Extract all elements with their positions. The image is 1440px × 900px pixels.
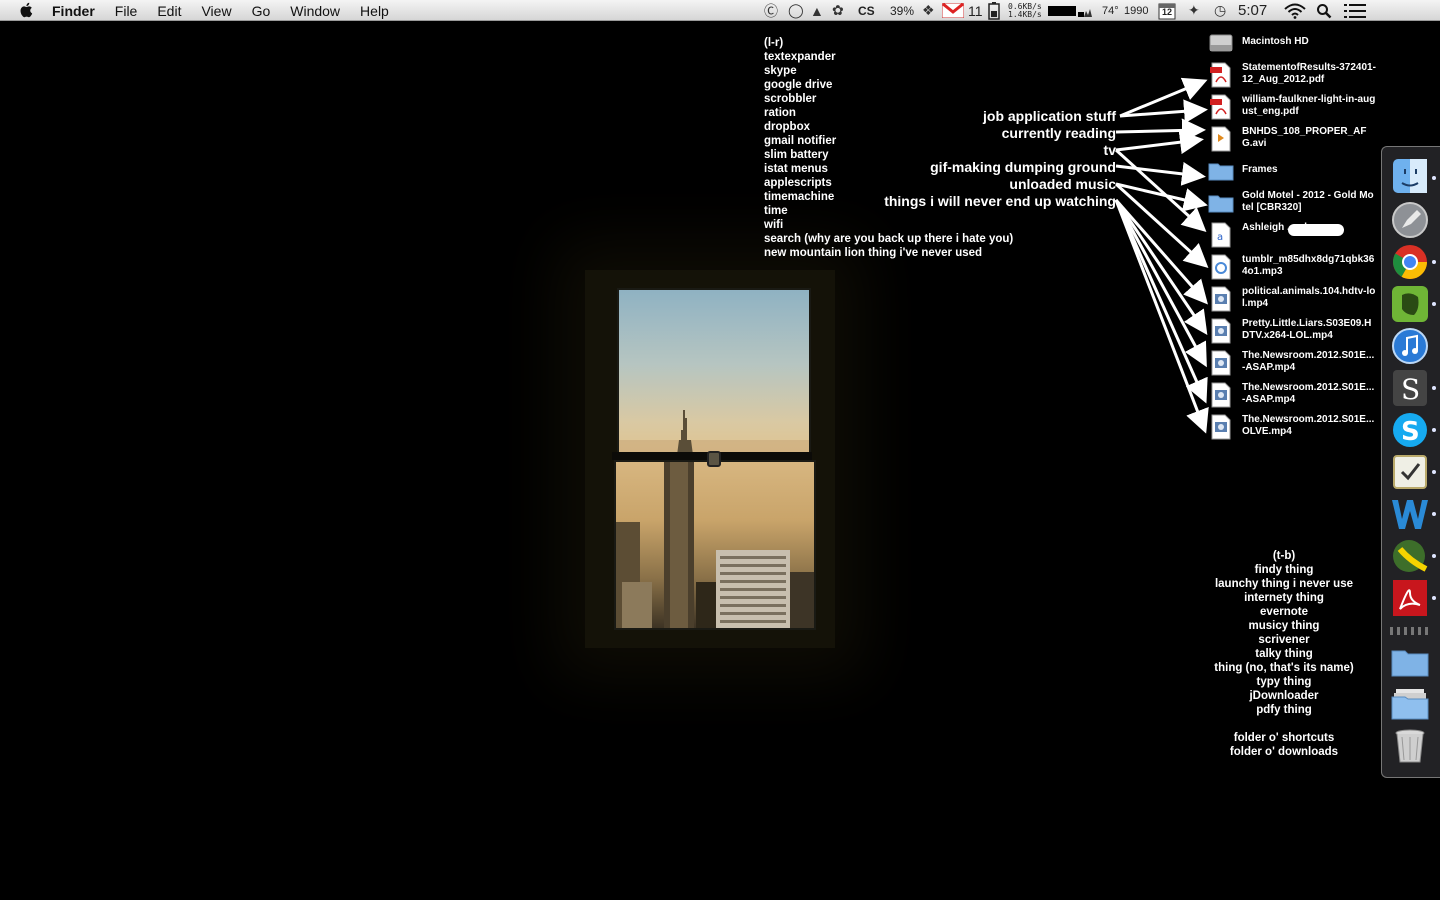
desktop-item-gold-motel-folder[interactable]: Gold Motel - 2012 - Gold Motel [CBR320] bbox=[1208, 190, 1378, 220]
desktop-item-political-animals[interactable]: political.animals.104.hdtv-lol.mp4 bbox=[1208, 286, 1378, 316]
dock-evernote[interactable] bbox=[1390, 285, 1430, 323]
dock-running-indicator bbox=[1432, 470, 1436, 474]
dock-launchpad[interactable] bbox=[1390, 201, 1430, 239]
legend-line: typy thing bbox=[1256, 676, 1312, 688]
dock-acrobat[interactable] bbox=[1390, 579, 1430, 617]
legend-line: findy thing bbox=[1254, 564, 1314, 576]
video-icon bbox=[1211, 350, 1231, 376]
legend-line: jDownloader bbox=[1249, 690, 1319, 702]
video-icon bbox=[1211, 286, 1231, 312]
dock-shortcuts-folder[interactable] bbox=[1390, 643, 1430, 681]
dock-things[interactable] bbox=[1390, 453, 1430, 491]
legend-line bbox=[1200, 717, 1368, 731]
desktop-item-pll-mp4[interactable]: Pretty.Little.Liars.S03E09.HDTV.x264-LOL… bbox=[1208, 318, 1378, 348]
dock-running-indicator bbox=[1432, 260, 1436, 264]
legend-line: pdfy thing bbox=[1256, 704, 1312, 716]
legend-line: scrivener bbox=[1258, 634, 1310, 646]
desktop-item-label: political.animals.104.hdtv-lol.mp4 bbox=[1242, 286, 1376, 309]
legend-line: evernote bbox=[1260, 606, 1308, 618]
dock-running-indicator bbox=[1432, 512, 1436, 516]
dock-itunes[interactable] bbox=[1390, 327, 1430, 365]
desktop-item-label: william-faulkner-light-in-august_eng.pdf bbox=[1242, 94, 1376, 117]
legend-line: (t-b) bbox=[1272, 550, 1296, 562]
dock-running-indicator bbox=[1432, 176, 1436, 180]
desktop-item-label: tumblr_m85dhx8dg71qbk364o1.mp3 bbox=[1242, 254, 1375, 277]
dock-separator bbox=[1390, 627, 1432, 635]
launchpad-icon bbox=[1392, 202, 1428, 238]
desktop-item-label: The.Newsroom.2012.S01E...-ASAP.mp4 bbox=[1242, 350, 1375, 373]
hard-drive-icon bbox=[1209, 34, 1233, 52]
desktop-item-label: Pretty.Little.Liars.S03E09.HDTV.x264-LOL… bbox=[1242, 318, 1372, 341]
desktop-item-label: Frames bbox=[1242, 164, 1278, 175]
chrome-icon bbox=[1393, 245, 1427, 279]
dock-running-indicator bbox=[1432, 554, 1436, 558]
dock-trash[interactable] bbox=[1390, 727, 1430, 765]
legend-line: internety thing bbox=[1244, 592, 1324, 604]
video-icon bbox=[1211, 126, 1231, 152]
jdownloader-icon bbox=[1393, 540, 1428, 572]
dock-word[interactable] bbox=[1390, 495, 1430, 533]
evernote-icon bbox=[1392, 286, 1428, 322]
desktop-item-label: Gold Motel - 2012 - Gold Motel [CBR320] bbox=[1242, 190, 1374, 213]
folder-icon bbox=[1391, 650, 1429, 677]
finder-icon bbox=[1393, 159, 1427, 193]
document-icon: a bbox=[1211, 222, 1231, 248]
desktop-item-docx[interactable]: a Ashleigh ... .docx bbox=[1208, 222, 1378, 252]
scrivener-icon: S bbox=[1393, 370, 1427, 406]
desktop-item-label: The.Newsroom.2012.S01E...-ASAP.mp4 bbox=[1242, 382, 1375, 405]
video-icon bbox=[1211, 414, 1231, 440]
desktop-item-newsroom-1[interactable]: The.Newsroom.2012.S01E...-ASAP.mp4 bbox=[1208, 350, 1378, 380]
dock-running-indicator bbox=[1432, 596, 1436, 600]
things-icon bbox=[1393, 455, 1427, 489]
downloads-stack-icon bbox=[1391, 689, 1429, 720]
dock-jdownloader[interactable] bbox=[1390, 537, 1430, 575]
dock-running-indicator bbox=[1432, 302, 1436, 306]
svg-text:S: S bbox=[1401, 373, 1420, 406]
desktop-item-newsroom-3[interactable]: The.Newsroom.2012.S01E...OLVE.mp4 bbox=[1208, 414, 1378, 444]
dock-running-indicator bbox=[1432, 386, 1436, 390]
skype-icon: S bbox=[1393, 413, 1427, 447]
desktop-item-faulkner-pdf[interactable]: william-faulkner-light-in-august_eng.pdf bbox=[1208, 94, 1378, 124]
dock-legend: (t-b) findy thing launchy thing i never … bbox=[1200, 549, 1368, 759]
video-icon bbox=[1211, 318, 1231, 344]
audio-icon bbox=[1211, 254, 1231, 280]
word-icon bbox=[1392, 500, 1428, 529]
video-icon bbox=[1211, 382, 1231, 408]
itunes-icon bbox=[1392, 328, 1428, 364]
desktop-item-tumblr-mp3[interactable]: tumblr_m85dhx8dg71qbk364o1.mp3 bbox=[1208, 254, 1378, 284]
desktop-item-label: StatementofResults-372401-12_Aug_2012.pd… bbox=[1242, 62, 1376, 85]
desktop-item-label: Macintosh HD bbox=[1242, 36, 1309, 47]
dock-running-indicator bbox=[1432, 428, 1436, 432]
dock-chrome[interactable] bbox=[1390, 243, 1430, 281]
pdf-icon bbox=[1210, 94, 1231, 120]
desktop-item-label: BNHDS_108_PROPER_AFG.avi bbox=[1242, 126, 1367, 149]
legend-line: launchy thing i never use bbox=[1214, 578, 1354, 590]
dock: S S bbox=[1381, 146, 1440, 778]
legend-line: folder o' downloads bbox=[1229, 746, 1339, 758]
legend-line: thing (no, that's its name) bbox=[1214, 662, 1354, 674]
trash-icon bbox=[1395, 729, 1425, 763]
redaction-scribble bbox=[1288, 224, 1344, 236]
desktop-item-bnhds-avi[interactable]: BNHDS_108_PROPER_AFG.avi bbox=[1208, 126, 1378, 156]
desktop-item-macintosh-hd[interactable]: Macintosh HD bbox=[1208, 30, 1378, 60]
legend-line: folder o' shortcuts bbox=[1233, 732, 1335, 744]
dock-scrivener[interactable]: S bbox=[1390, 369, 1430, 407]
desktop-item-frames-folder[interactable]: Frames bbox=[1208, 158, 1378, 188]
folder-icon bbox=[1208, 195, 1234, 213]
svg-text:a: a bbox=[1217, 232, 1223, 243]
dock-finder[interactable] bbox=[1390, 157, 1430, 195]
acrobat-icon bbox=[1393, 580, 1427, 616]
dock-skype[interactable]: S bbox=[1390, 411, 1430, 449]
legend-line: talky thing bbox=[1255, 648, 1313, 660]
desktop-item-statement-pdf[interactable]: StatementofResults-372401-12_Aug_2012.pd… bbox=[1208, 62, 1378, 92]
desktop-item-newsroom-2[interactable]: The.Newsroom.2012.S01E...-ASAP.mp4 bbox=[1208, 382, 1378, 412]
dock-downloads-folder[interactable] bbox=[1390, 685, 1430, 723]
folder-icon bbox=[1208, 163, 1234, 181]
pdf-icon bbox=[1210, 62, 1231, 88]
desktop-item-label: The.Newsroom.2012.S01E...OLVE.mp4 bbox=[1242, 414, 1375, 437]
legend-line: musicy thing bbox=[1248, 620, 1320, 632]
svg-text:S: S bbox=[1401, 417, 1420, 447]
